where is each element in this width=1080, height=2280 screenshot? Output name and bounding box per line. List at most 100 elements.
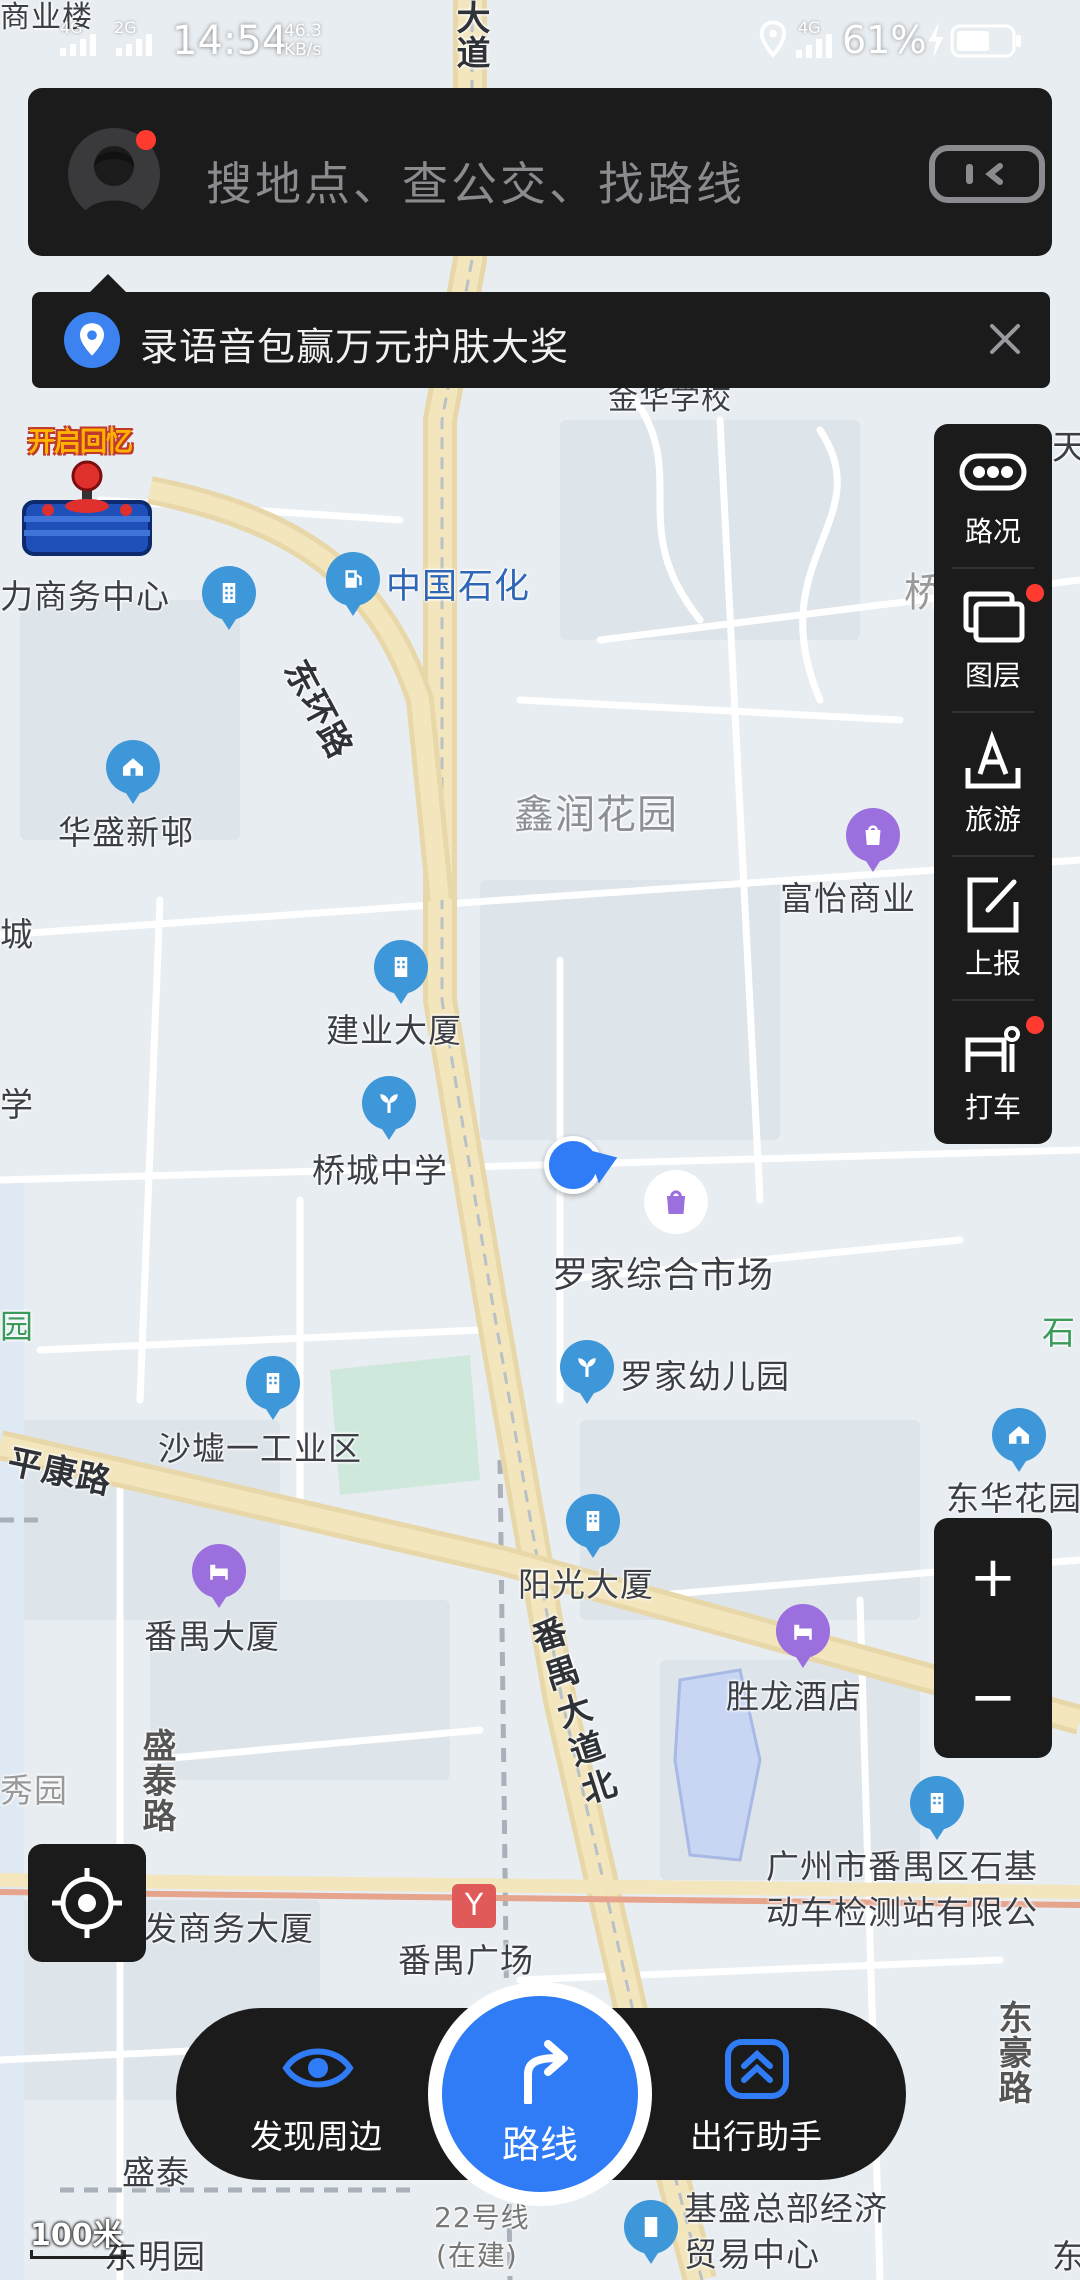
poi-label[interactable]: 罗家综合市场 [552,1246,774,1298]
poi-label[interactable]: 华盛新邨 [58,806,194,854]
zoom-out-button[interactable]: − [934,1638,1052,1758]
nav-label: 出行助手 [690,2117,822,2156]
hotel-icon[interactable] [776,1604,830,1668]
poi-label: 东 [1052,2237,1080,2276]
poi-label: 秀园 [0,1771,68,1810]
location-pin-icon [64,312,120,368]
area-label[interactable]: 鑫润花园 [514,782,678,840]
shopping-bag-icon[interactable] [846,808,900,872]
office-building-icon[interactable] [624,2200,678,2264]
crosshair-icon [52,1868,122,1938]
map-toolbar: 路况 图层 旅游 上报 打车 [934,424,1052,1144]
residential-icon[interactable] [992,1408,1046,1472]
poi-label[interactable]: 力商务中心 [0,570,170,618]
search-input[interactable]: 搜地点、查公交、找路线 [206,148,745,214]
poi-label[interactable]: 基盛总部经济 [684,2182,888,2230]
office-building-icon[interactable] [246,1356,300,1420]
close-icon[interactable] [980,314,1030,364]
school-icon[interactable] [362,1076,416,1140]
poi-label[interactable]: 罗家幼儿园 [620,1350,790,1398]
memory-promo-widget[interactable]: 开启回忆 [22,420,154,560]
poi-label[interactable]: 建业大厦 [326,1004,462,1052]
poi-label[interactable]: 贸易中心 [684,2228,820,2276]
poi-label[interactable]: 阳光大厦 [518,1558,654,1606]
tool-label: 打车 [964,1091,1021,1124]
poi-label: 石 [1042,1313,1076,1352]
poi-label[interactable]: 桥城中学 [312,1144,448,1192]
location-pin-icon [759,20,787,58]
gas-station-icon[interactable] [326,552,380,616]
office-building-icon[interactable] [910,1776,964,1840]
layers-button[interactable]: 图层 [934,568,1052,712]
poi-label[interactable]: 东华花园 [946,1472,1080,1520]
poi-label[interactable]: 富怡商业 [780,872,916,920]
poi-label: 学 [0,1085,34,1124]
tool-label: 旅游 [964,803,1021,836]
transit-label: (在建) [436,2239,518,2272]
joystick-icon [22,460,152,556]
office-building-icon[interactable] [566,1494,620,1558]
poi-label[interactable]: 发商务大厦 [144,1902,314,1950]
poi-label[interactable]: 番禺广场 [398,1934,534,1982]
voice-assistant-icon[interactable] [928,144,1046,204]
net-speed-value: 46.3 [284,21,322,41]
report-button[interactable]: 上报 [934,856,1052,1000]
office-building-icon[interactable] [202,566,256,630]
signal-bars-icon [60,34,152,56]
residential-icon[interactable] [106,740,160,804]
poi-label[interactable]: 胜龙酒店 [726,1670,862,1718]
tool-label: 路况 [964,515,1021,548]
wifi-signal-icon [796,34,832,58]
travel-icon [965,730,1021,789]
status-bar: 4G 2G 14:54 46.3 KB/s 4G 61% [0,0,1080,80]
tool-label: 上报 [964,947,1021,980]
route-button[interactable]: 路线 [428,1982,652,2206]
road-label: 东豪路 [992,2000,1032,2105]
discover-nearby-button[interactable]: 发现周边 [206,2008,426,2180]
road-label: 盛泰路 [136,1728,176,1833]
zoom-in-button[interactable]: + [934,1518,1052,1638]
poi-label: 盛泰 [122,2153,190,2192]
banner-text[interactable]: 录语音包赢万元护肤大奖 [140,316,569,371]
layers-icon [963,591,1025,643]
poi-label[interactable]: 广州市番禺区石基 [766,1840,1038,1888]
promo-banner[interactable]: 录语音包赢万元护肤大奖 [32,274,1050,388]
promo-label: 开启回忆 [28,427,133,458]
map-scale: 100米 [30,2210,126,2259]
charging-bolt-icon [928,22,944,58]
travel-button[interactable]: 旅游 [934,712,1052,856]
battery-icon [950,24,1021,58]
scale-bar [30,2250,126,2259]
scale-label: 100米 [30,2218,123,2253]
search-bar[interactable]: 搜地点、查公交、找路线 [28,88,1052,256]
clock: 14:54 [172,18,288,64]
route-button-inner[interactable]: 路线 [442,1996,638,2192]
poi-label[interactable]: 动车检测站有限公 [766,1886,1038,1934]
poi-label: 园 [0,1307,34,1346]
nav-label: 发现周边 [250,2117,382,2156]
poi-label[interactable]: 沙墟一工业区 [158,1422,362,1470]
travel-assistant-button[interactable]: 出行助手 [646,2008,866,2180]
market-icon[interactable] [644,1170,708,1234]
tool-label: 图层 [964,659,1021,692]
net-speed-unit: KB/s [284,40,322,60]
traffic-button[interactable]: 路况 [934,424,1052,568]
poi-label: 天 [1052,428,1080,468]
office-building-icon[interactable] [374,940,428,1004]
edit-report-icon [967,877,1019,933]
route-arrow-icon [524,2040,568,2104]
poi-label[interactable]: 番禺大厦 [144,1610,280,1658]
eye-icon [282,2048,354,2088]
notification-dot [1026,1016,1044,1034]
locate-me-button[interactable] [28,1844,146,1962]
poi-label[interactable]: 中国石化 [386,558,530,609]
network-speed: 46.3 KB/s [284,22,322,60]
school-icon[interactable] [560,1340,614,1404]
zoom-control: + − [934,1518,1052,1758]
battery-percent: 61% [842,18,927,62]
metro-station-icon[interactable]: Y [452,1884,496,1928]
traffic-icon [959,453,1027,491]
hotel-icon[interactable] [192,1544,246,1608]
notification-dot [136,130,156,150]
taxi-button[interactable]: 打车 [934,1000,1052,1144]
